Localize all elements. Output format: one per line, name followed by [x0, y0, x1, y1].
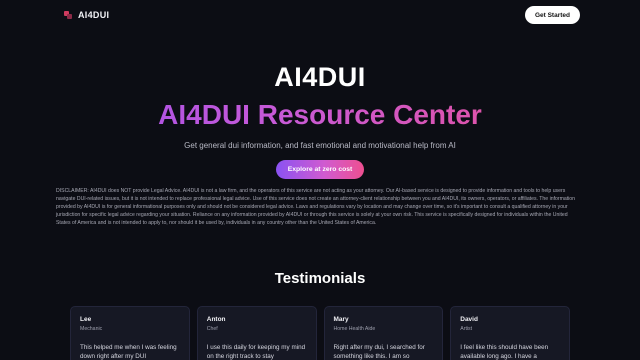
testimonials-heading: Testimonials	[274, 270, 366, 287]
testimonial-role: Artist	[460, 326, 473, 332]
testimonial-name: Lee	[80, 316, 92, 323]
explore-button[interactable]: Explore at zero cost	[275, 160, 365, 179]
brand-name: AI4DUI	[78, 10, 110, 20]
hero-tagline: Get general dui information, and fast em…	[184, 141, 456, 150]
cta-container: Explore at zero cost	[0, 160, 640, 179]
ai4dui-logo-icon	[64, 11, 72, 19]
testimonial-name: David	[460, 316, 478, 323]
testimonial-name: Mary	[333, 316, 349, 323]
testimonial-quote: Right after my dui, I searched for somet…	[333, 344, 425, 360]
testimonial-role: Chef	[206, 326, 218, 332]
testimonial-quote: I feel like this should have been availa…	[460, 344, 549, 360]
testimonial-quote: I use this daily for keeping my mind on …	[206, 344, 306, 360]
testimonial-role: Home Health Aide	[333, 326, 376, 332]
brand[interactable]: AI4DUI	[64, 10, 109, 20]
hero-subtitle: AI4DUI Resource Center	[0, 99, 640, 131]
testimonials-list: Lee Mechanic This helped me when I was f…	[70, 306, 570, 360]
testimonial-card: David Artist I feel like this should hav…	[450, 306, 570, 360]
testimonial-card: Lee Mechanic This helped me when I was f…	[70, 306, 190, 360]
testimonial-quote: This helped me when I was feeling down r…	[80, 344, 177, 360]
testimonial-card: Anton Chef I use this daily for keeping …	[196, 306, 317, 360]
hero-title: AI4DUI	[274, 62, 366, 92]
testimonial-card: Mary Home Health Aide Right after my dui…	[323, 306, 444, 360]
testimonial-role: Mechanic	[80, 326, 103, 332]
get-started-button[interactable]: Get Started	[524, 6, 580, 24]
top-nav: AI4DUI Get Started	[0, 0, 640, 30]
testimonial-name: Anton	[206, 316, 226, 323]
legal-disclaimer: DISCLAIMER: AI4DUI does NOT provide Lega…	[56, 188, 576, 226]
